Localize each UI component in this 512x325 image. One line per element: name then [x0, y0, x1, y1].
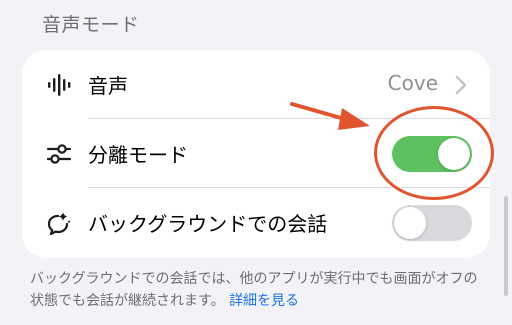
background-conversation-toggle[interactable] — [392, 205, 472, 241]
toggle-knob — [394, 207, 426, 239]
sliders-icon — [46, 144, 72, 164]
waveform-icon — [48, 74, 71, 96]
annotation-circle — [374, 106, 494, 200]
learn-more-link[interactable]: 詳細を見る — [229, 293, 299, 309]
footer-description: バックグラウンドでの会話では、他のアプリが実行中でも画面がオフの状態でも会話が継… — [30, 268, 490, 312]
chat-bubble-icon — [47, 212, 71, 236]
voice-label: 音声 — [88, 74, 128, 98]
scroll-indicator[interactable] — [504, 196, 508, 296]
section-title: 音声モード — [42, 14, 140, 36]
voice-value: Cove — [387, 71, 438, 95]
annotation-arrow-icon — [290, 102, 370, 130]
background-conversation-label: バックグラウンドでの会話 — [88, 212, 328, 236]
separation-mode-label: 分離モード — [88, 143, 188, 167]
chevron-right-icon — [455, 75, 467, 95]
